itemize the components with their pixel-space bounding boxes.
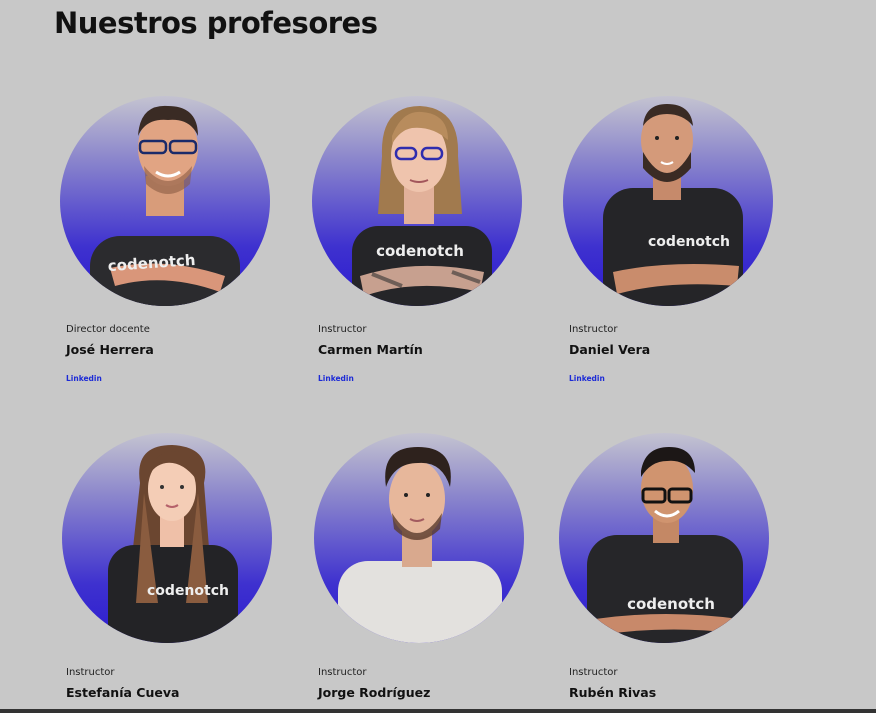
linkedin-link[interactable]: Linkedin (569, 374, 605, 383)
teacher-card: codenotch Instructor Daniel Vera Linkedi… (557, 96, 797, 396)
teacher-name: Rubén Rivas (569, 685, 657, 700)
shirt-logo: codenotch (627, 595, 715, 613)
avatar: codenotch (559, 433, 769, 643)
shirt-logo: codenotch (376, 242, 464, 260)
bottom-bar (0, 709, 876, 713)
teacher-role: Director docente (66, 324, 150, 335)
shirt-logo: codenotch (648, 234, 730, 250)
teacher-card: codenotch Instructor Carmen Martín Linke… (306, 96, 546, 396)
shirt-logo: codenotch (147, 583, 229, 599)
teacher-role: Instructor (66, 667, 115, 678)
teacher-card: codenotch Instructor Estefanía Cueva (54, 433, 294, 713)
teacher-name: Estefanía Cueva (66, 685, 180, 700)
avatar (314, 433, 524, 643)
avatar: codenotch (62, 433, 272, 643)
linkedin-link[interactable]: Linkedin (66, 374, 102, 383)
avatar: codenotch (60, 96, 270, 306)
teacher-card: Instructor Jorge Rodríguez (306, 433, 546, 713)
teacher-role: Instructor (318, 324, 367, 335)
teacher-card: codenotch Instructor Rubén Rivas (557, 433, 797, 713)
teacher-role: Instructor (569, 667, 618, 678)
teacher-name: Jorge Rodríguez (318, 685, 431, 700)
teacher-card: codenotch Director docente José Herrera … (54, 96, 294, 396)
teacher-role: Instructor (569, 324, 618, 335)
page-title: Nuestros profesores (54, 6, 378, 40)
avatar: codenotch (312, 96, 522, 306)
teacher-role: Instructor (318, 667, 367, 678)
linkedin-link[interactable]: Linkedin (318, 374, 354, 383)
teacher-name: Carmen Martín (318, 342, 423, 357)
teacher-name: José Herrera (66, 342, 154, 357)
avatar: codenotch (563, 96, 773, 306)
teacher-name: Daniel Vera (569, 342, 651, 357)
